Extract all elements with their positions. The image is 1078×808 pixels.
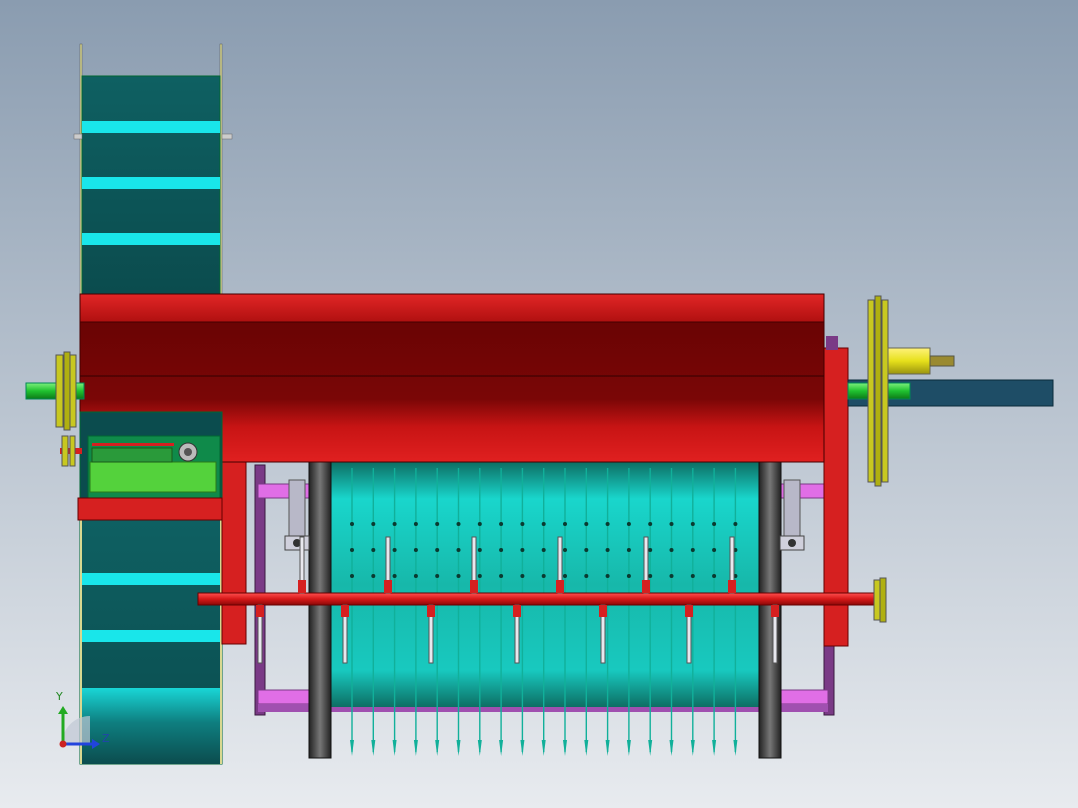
spike-hole: [669, 522, 674, 526]
spike-hole: [584, 522, 589, 526]
right-bracket: [779, 479, 805, 551]
blade-hub: [384, 580, 392, 593]
y-axis-label: Y: [55, 690, 63, 703]
spike-hole: [350, 548, 354, 552]
spike-hole: [605, 548, 610, 552]
blade-hub: [256, 605, 264, 617]
spike-hole: [520, 522, 525, 526]
spike-hole: [541, 548, 546, 552]
cad-viewport[interactable]: Y Z: [0, 0, 1078, 808]
blade-hub: [642, 580, 650, 593]
left-side-frame: [221, 461, 247, 645]
spike-hole: [435, 522, 440, 526]
left-drum-wheel: [308, 461, 332, 759]
spike-hole: [669, 548, 674, 552]
conveyor-slat: [82, 233, 220, 245]
spike-hole: [477, 522, 482, 526]
spike-hole: [690, 548, 695, 552]
blade-hub: [685, 605, 693, 617]
spike-hole: [477, 574, 482, 578]
blade-hub: [599, 605, 607, 617]
gear-box[interactable]: [77, 411, 223, 521]
blade-hub: [513, 605, 521, 617]
blade-hub: [341, 605, 349, 617]
lower-conveyor[interactable]: [79, 519, 223, 765]
spike-hole: [690, 522, 695, 526]
spike-hole: [563, 522, 567, 526]
spike-hole: [733, 522, 738, 526]
spike-hole: [712, 548, 717, 552]
spike-hole: [371, 574, 376, 578]
spike-hole: [499, 548, 504, 552]
spike-hole: [435, 548, 440, 552]
spike-hole: [456, 574, 461, 578]
spike-hole: [626, 522, 631, 526]
spike-hole: [605, 574, 610, 578]
blade-hub: [298, 580, 306, 593]
spike-hole: [712, 522, 717, 526]
spike-hole: [648, 522, 653, 526]
conveyor-slat: [82, 121, 220, 133]
spike-hole: [541, 522, 546, 526]
spike-hole: [669, 574, 674, 578]
spike-hole: [584, 548, 589, 552]
machine-assembly-drawing: Y Z: [0, 0, 1078, 808]
spike-hole: [392, 548, 397, 552]
spike-hole: [456, 548, 461, 552]
spike-hole: [690, 574, 695, 578]
z-axis-label: Z: [102, 732, 110, 745]
spike-hole: [477, 548, 482, 552]
spike-hole: [499, 574, 504, 578]
spike-hole: [563, 574, 567, 578]
spike-hole: [413, 574, 418, 578]
left-bracket: [284, 479, 310, 551]
spike-hole: [371, 522, 376, 526]
spike-hole: [499, 522, 504, 526]
spike-hole: [392, 522, 397, 526]
spike-hole: [413, 522, 418, 526]
spike-hole: [626, 574, 631, 578]
blade-hub: [771, 605, 779, 617]
spike-hole: [520, 548, 525, 552]
blade-hub: [470, 580, 478, 593]
spike-hole: [435, 574, 440, 578]
spike-hole: [712, 574, 717, 578]
spike-hole: [626, 548, 631, 552]
spike-hole: [648, 548, 653, 552]
spike-hole: [584, 574, 589, 578]
spike-hole: [541, 574, 546, 578]
spike-hole: [350, 522, 354, 526]
conveyor-slat: [82, 573, 222, 585]
spike-hole: [605, 522, 610, 526]
spike-hole: [648, 574, 653, 578]
spike-hole: [563, 548, 567, 552]
conveyor-slat: [82, 177, 220, 189]
upper-conveyor[interactable]: [73, 43, 233, 295]
spike-hole: [350, 574, 354, 578]
blade-hub: [556, 580, 564, 593]
spike-hole: [371, 548, 376, 552]
spike-hole: [413, 548, 418, 552]
spike-hole: [392, 574, 397, 578]
spike-hole: [520, 574, 525, 578]
blade-hub: [728, 580, 736, 593]
blade-hub: [427, 605, 435, 617]
conveyor-slat: [82, 630, 222, 642]
spike-hole: [456, 522, 461, 526]
